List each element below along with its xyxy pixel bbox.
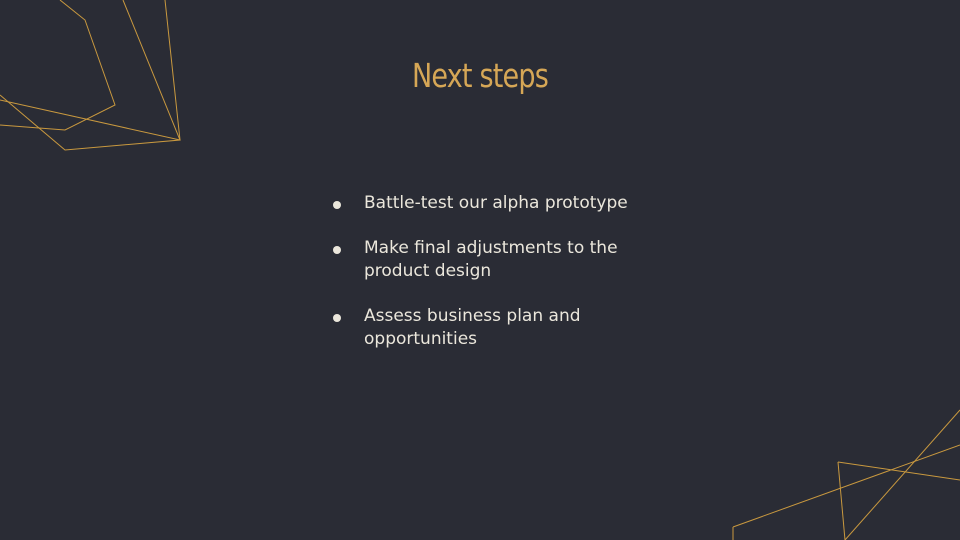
bullet-item: Assess business plan and opportunities <box>330 305 660 351</box>
bullet-icon <box>333 246 341 254</box>
bullet-item: Battle-test our alpha prototype <box>330 192 660 215</box>
bottom-right-line-shape-4 <box>837 461 846 540</box>
bottom-right-line-shape-5 <box>844 409 960 540</box>
bullet-text: Assess business plan and opportunities <box>364 306 581 349</box>
bullet-icon <box>333 314 341 322</box>
bullet-text: Make final adjustments to the product de… <box>364 238 618 281</box>
bullet-list: Battle-test our alpha prototype Make fin… <box>330 192 660 373</box>
bullet-item: Make final adjustments to the product de… <box>330 237 660 283</box>
slide-title: Next steps <box>411 56 549 95</box>
slide: Next steps Battle-test our alpha prototy… <box>0 0 960 540</box>
bottom-right-line-shape-3 <box>837 461 960 481</box>
bottom-right-line-shape-2 <box>732 444 960 528</box>
bullet-text: Battle-test our alpha prototype <box>364 193 628 213</box>
bullet-icon <box>333 201 341 209</box>
